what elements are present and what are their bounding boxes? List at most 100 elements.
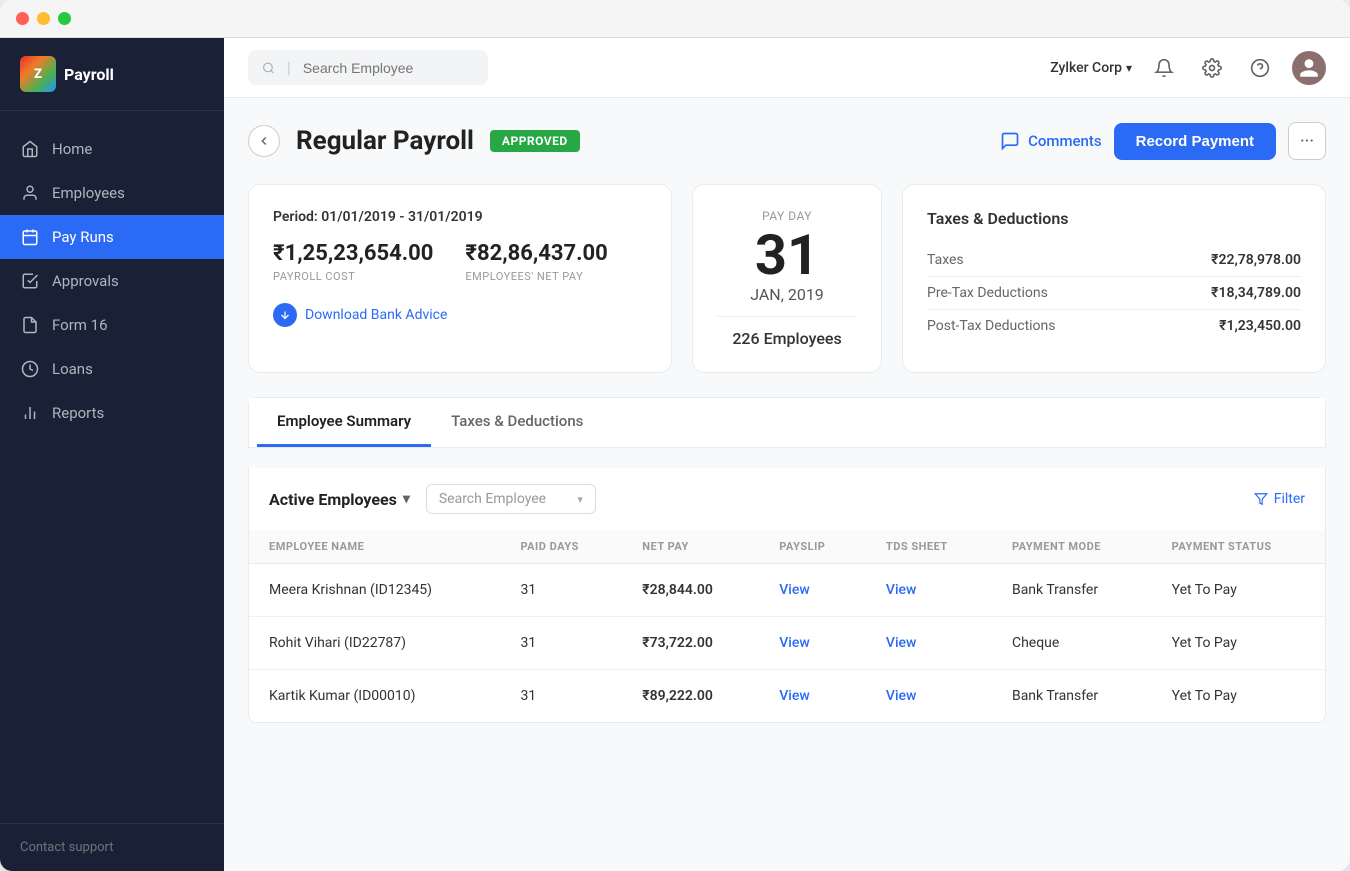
payslip-view[interactable]: View <box>759 670 866 723</box>
payslip-view-link[interactable]: View <box>779 688 810 704</box>
main-content: | Zylker Corp ▾ <box>224 38 1350 871</box>
download-bank-advice-link[interactable]: Download Bank Advice <box>273 303 647 327</box>
reports-icon <box>20 403 40 423</box>
sidebar-item-reports[interactable]: Reports <box>0 391 224 435</box>
col-employee-name: EMPLOYEE NAME <box>249 530 500 564</box>
payment-status: Yet To Pay <box>1152 670 1325 723</box>
tds-view-link[interactable]: View <box>886 688 917 704</box>
col-payment-mode: PAYMENT MODE <box>992 530 1152 564</box>
logo-area: Z Payroll <box>0 38 224 111</box>
avatar[interactable] <box>1292 51 1326 85</box>
employee-table-area: Active Employees ▾ Search Employee ▾ Fil… <box>248 468 1326 723</box>
col-tds-sheet: TDS SHEET <box>866 530 992 564</box>
titlebar <box>0 0 1350 38</box>
help-icon[interactable] <box>1244 52 1276 84</box>
sidebar-item-label: Approvals <box>52 272 119 290</box>
sidebar-item-label: Employees <box>52 184 125 202</box>
payslip-view-link[interactable]: View <box>779 635 810 651</box>
payment-status: Yet To Pay <box>1152 617 1325 670</box>
period-value: 01/01/2019 - 31/01/2019 <box>321 209 482 225</box>
table-body: Meera Krishnan (ID12345) 31 ₹28,844.00 V… <box>249 564 1325 723</box>
filter-button[interactable]: Filter <box>1254 491 1305 507</box>
pretax-name: Pre-Tax Deductions <box>927 285 1048 301</box>
table-left-controls: Active Employees ▾ Search Employee ▾ <box>269 484 596 514</box>
form16-icon <box>20 315 40 335</box>
amounts-row: ₹1,25,23,654.00 PAYROLL COST ₹82,86,437.… <box>273 241 647 283</box>
app-body: Z Payroll Home Employees <box>0 38 1350 871</box>
sidebar-item-loans[interactable]: Loans <box>0 347 224 391</box>
settings-icon[interactable] <box>1196 52 1228 84</box>
payslip-view[interactable]: View <box>759 564 866 617</box>
sidebar-item-approvals[interactable]: Approvals <box>0 259 224 303</box>
paid-days: 31 <box>500 670 622 723</box>
taxes-card: Taxes & Deductions Taxes ₹22,78,978.00 P… <box>902 184 1326 373</box>
tds-view[interactable]: View <box>866 617 992 670</box>
tds-view[interactable]: View <box>866 564 992 617</box>
sidebar-item-employees[interactable]: Employees <box>0 171 224 215</box>
net-pay-block: ₹82,86,437.00 EMPLOYEES' NET PAY <box>465 241 607 283</box>
comments-button[interactable]: Comments <box>1000 131 1102 151</box>
chevron-down-icon: ▾ <box>1126 61 1132 75</box>
tds-view-link[interactable]: View <box>886 635 917 651</box>
tax-row-posttax: Post-Tax Deductions ₹1,23,450.00 <box>927 310 1301 342</box>
sidebar-item-label: Home <box>52 140 92 158</box>
posttax-amount: ₹1,23,450.00 <box>1219 318 1301 334</box>
payment-status: Yet To Pay <box>1152 564 1325 617</box>
payslip-view[interactable]: View <box>759 617 866 670</box>
taxes-title: Taxes & Deductions <box>927 209 1301 228</box>
record-payment-button[interactable]: Record Payment <box>1114 123 1276 160</box>
active-employees-dropdown[interactable]: Active Employees ▾ <box>269 490 410 509</box>
loans-icon <box>20 359 40 379</box>
tab-employee-summary[interactable]: Employee Summary <box>257 398 431 447</box>
tabs-bar: Employee Summary Taxes & Deductions <box>249 398 1325 448</box>
home-icon <box>20 139 40 159</box>
pretax-amount: ₹18,34,789.00 <box>1211 285 1301 301</box>
top-header: | Zylker Corp ▾ <box>224 38 1350 98</box>
contact-support[interactable]: Contact support <box>0 823 224 871</box>
sidebar-item-home[interactable]: Home <box>0 127 224 171</box>
table-row: Rohit Vihari (ID22787) 31 ₹73,722.00 Vie… <box>249 617 1325 670</box>
payday-label: PAY DAY <box>762 209 812 223</box>
search-box[interactable]: | <box>248 50 488 85</box>
payday-card: PAY DAY 31 JAN, 2019 226 Employees <box>692 184 882 373</box>
sidebar-item-form16[interactable]: Form 16 <box>0 303 224 347</box>
payroll-cost-block: ₹1,25,23,654.00 PAYROLL COST <box>273 241 433 283</box>
search-icon <box>262 60 275 76</box>
tds-view[interactable]: View <box>866 670 992 723</box>
notifications-icon[interactable] <box>1148 52 1180 84</box>
filter-label: Filter <box>1274 491 1305 507</box>
paid-days: 31 <box>500 564 622 617</box>
approvals-icon <box>20 271 40 291</box>
minimize-btn[interactable] <box>37 12 50 25</box>
period-label: Period: 01/01/2019 - 31/01/2019 <box>273 209 647 225</box>
logo-text: Payroll <box>64 65 114 84</box>
payday-number: 31 <box>755 227 819 283</box>
payday-month: JAN, 2019 <box>750 285 824 304</box>
search-input[interactable] <box>303 60 474 76</box>
tab-taxes-deductions[interactable]: Taxes & Deductions <box>431 398 603 447</box>
select-arrow-icon: ▾ <box>577 493 583 506</box>
maximize-btn[interactable] <box>58 12 71 25</box>
download-icon <box>273 303 297 327</box>
download-label: Download Bank Advice <box>305 307 447 323</box>
period-prefix: Period: <box>273 209 318 225</box>
header-right: Zylker Corp ▾ <box>1050 51 1326 85</box>
sidebar: Z Payroll Home Employees <box>0 38 224 871</box>
app-window: Z Payroll Home Employees <box>0 0 1350 871</box>
employee-search-select[interactable]: Search Employee ▾ <box>426 484 596 514</box>
back-button[interactable] <box>248 125 280 157</box>
tds-view-link[interactable]: View <box>886 582 917 598</box>
col-payslip: PAYSLIP <box>759 530 866 564</box>
table-controls: Active Employees ▾ Search Employee ▾ Fil… <box>249 468 1325 530</box>
close-btn[interactable] <box>16 12 29 25</box>
sidebar-item-payruns[interactable]: Pay Runs <box>0 215 224 259</box>
payruns-icon <box>20 227 40 247</box>
dropdown-arrow-icon: ▾ <box>403 491 410 507</box>
employee-name: Kartik Kumar (ID00010) <box>249 670 500 723</box>
paid-days: 31 <box>500 617 622 670</box>
more-options-button[interactable]: ··· <box>1288 122 1326 160</box>
employee-name: Meera Krishnan (ID12345) <box>249 564 500 617</box>
company-selector[interactable]: Zylker Corp ▾ <box>1050 60 1132 76</box>
sidebar-item-label: Pay Runs <box>52 228 114 246</box>
payslip-view-link[interactable]: View <box>779 582 810 598</box>
